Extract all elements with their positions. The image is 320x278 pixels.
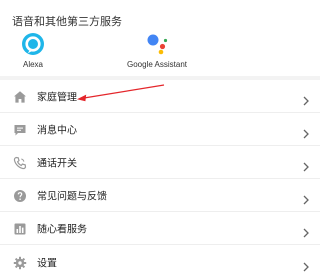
google-assistant-service[interactable]: Google Assistant xyxy=(112,32,202,72)
chevron-right-icon xyxy=(302,257,310,271)
menu-item-faq-feedback[interactable]: 常见问题与反馈 xyxy=(0,179,320,212)
chart-icon xyxy=(13,221,27,235)
help-icon xyxy=(13,188,27,202)
alexa-icon xyxy=(21,32,45,56)
chevron-right-icon xyxy=(302,223,310,238)
menu-item-settings[interactable]: 设置 xyxy=(0,245,320,278)
home-icon xyxy=(13,89,27,103)
google-assistant-label: Google Assistant xyxy=(126,60,188,69)
alexa-label: Alexa xyxy=(22,60,43,69)
section-title: 语音和其他第三方服务 xyxy=(12,15,122,28)
menu-item-label: 随心看服务 xyxy=(37,224,87,236)
alexa-service[interactable]: Alexa xyxy=(0,32,78,72)
menu-item-label: 家庭管理 xyxy=(37,92,77,104)
chevron-right-icon xyxy=(302,91,310,106)
menu-item-label: 消息中心 xyxy=(37,125,77,137)
settings-menu: 家庭管理 消息中心 通话开关 常见问题与反馈 随心看服务 设置 xyxy=(0,80,320,278)
third-party-services-card: 语音和其他第三方服务 Alexa Google Assistant xyxy=(0,0,320,76)
menu-item-message-center[interactable]: 消息中心 xyxy=(0,113,320,146)
chevron-right-icon xyxy=(302,124,310,139)
menu-item-label: 设置 xyxy=(37,258,57,269)
menu-item-label: 常见问题与反馈 xyxy=(37,191,107,203)
menu-item-home-management[interactable]: 家庭管理 xyxy=(0,80,320,113)
menu-item-call-switch[interactable]: 通话开关 xyxy=(0,146,320,179)
google-assistant-icon xyxy=(145,32,169,56)
menu-item-label: 通话开关 xyxy=(37,158,77,170)
gear-icon xyxy=(13,255,27,269)
phone-icon xyxy=(13,155,27,170)
chevron-right-icon xyxy=(302,190,310,205)
menu-item-watch-service[interactable]: 随心看服务 xyxy=(0,212,320,245)
chevron-right-icon xyxy=(302,157,310,172)
settings-page: 语音和其他第三方服务 Alexa Google Assistant 家庭管理 消… xyxy=(0,0,320,278)
message-icon xyxy=(13,122,27,136)
